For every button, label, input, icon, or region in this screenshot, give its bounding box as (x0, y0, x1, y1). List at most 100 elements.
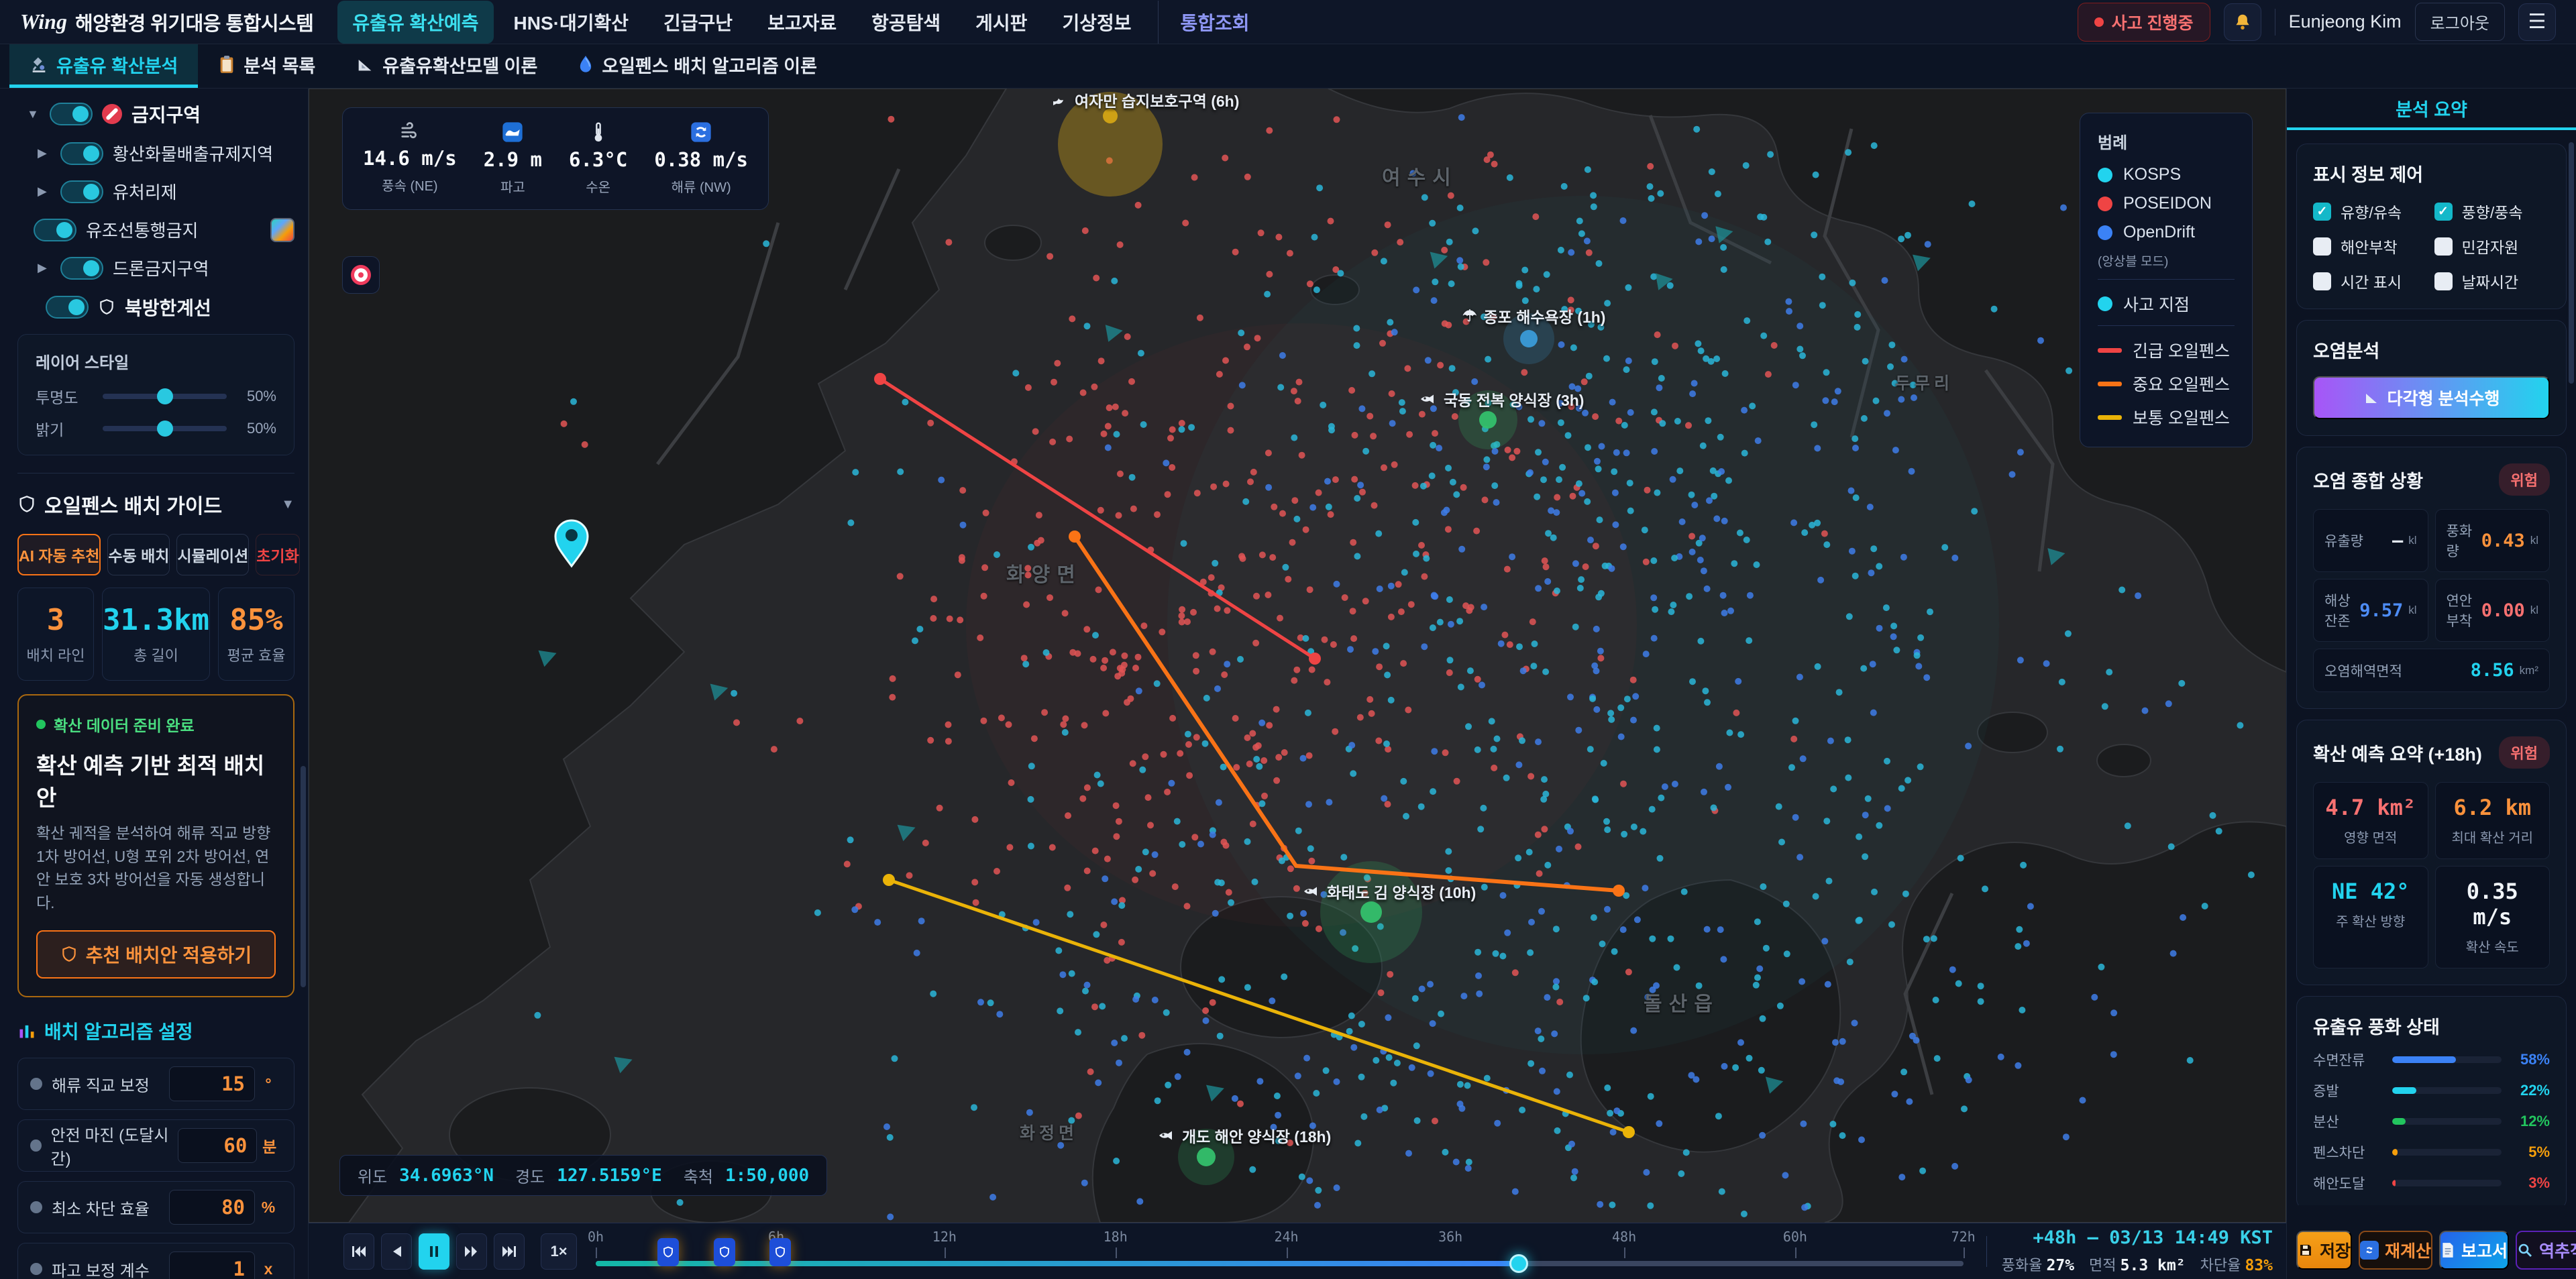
caret-right-icon[interactable]: ▶ (38, 184, 51, 199)
pollution-analysis-title: 오염분석 (2313, 337, 2379, 363)
layer-toggle[interactable] (60, 180, 103, 203)
nav-item-rescue[interactable]: 긴급구난 (649, 1, 747, 44)
fence-deploy-marker-3[interactable] (769, 1238, 791, 1266)
tab-diffusion-model-theory[interactable]: 유출유확산모델 이론 (335, 44, 557, 88)
nav-item-oil-spill-forecast[interactable]: 유출유 확산예측 (337, 1, 493, 44)
nav-item-hns[interactable]: HNS·대기확산 (499, 1, 643, 44)
bar-label: 분산 (2313, 1111, 2383, 1131)
fence-deploy-marker-2[interactable] (714, 1238, 735, 1266)
layer-toggle[interactable] (34, 219, 76, 241)
setting-safety-margin: 안전 마진 (도달시간) 60 분 (17, 1119, 294, 1172)
step-back-button[interactable] (381, 1233, 412, 1270)
microscope-icon (30, 55, 48, 74)
fence-deploy-marker-1[interactable] (657, 1238, 679, 1266)
stat-unit: kl (2408, 604, 2416, 617)
menu-button[interactable]: ☰ (2518, 3, 2556, 41)
tile-max-distance: 6.2 km최대 확산 거리 (2435, 782, 2551, 859)
brightness-slider[interactable] (103, 426, 227, 431)
stat-avg-efficiency: 85%평균 효율 (218, 588, 294, 681)
nav-item-weather[interactable]: 기상정보 (1047, 1, 1146, 44)
checkbox-current-dir[interactable]: ✓유향/유속 (2313, 200, 2429, 223)
polygon-analysis-label: 다각형 분석수행 (2387, 386, 2500, 410)
report-button[interactable]: 보고서 (2439, 1231, 2509, 1270)
tab-analysis-list[interactable]: 분석 목록 (198, 44, 335, 88)
layer-toggle[interactable] (60, 257, 103, 280)
panel-scrollbar[interactable] (2569, 142, 2574, 384)
min-efficiency-input[interactable]: 80 (169, 1190, 255, 1225)
reset-button[interactable]: 초기화 (256, 534, 299, 575)
layer-toggle[interactable] (46, 296, 89, 319)
layer-toggle[interactable] (50, 103, 93, 125)
slider-knob[interactable] (157, 421, 173, 437)
current-orthogonal-input[interactable]: 15 (169, 1066, 255, 1101)
tile-value: 6.2 km (2441, 795, 2544, 820)
save-button[interactable]: 저장 (2296, 1231, 2352, 1270)
opacity-slider[interactable] (103, 394, 227, 399)
timeline-handle[interactable] (1509, 1254, 1528, 1273)
checkbox-sensitive-resources[interactable]: ✓민감자원 (2434, 235, 2551, 258)
fence-mode-buttons: AI 자동 추천 수동 배치 시뮬레이션 초기화 (17, 534, 294, 575)
slider-knob[interactable] (157, 388, 173, 404)
poi-abalone-farm-label[interactable]: 국동 전복 양식장 (3h) (1419, 388, 1584, 410)
sidebar-scrollbar[interactable] (301, 766, 306, 987)
skip-end-button[interactable] (494, 1233, 525, 1270)
safety-margin-input[interactable]: 60 (178, 1128, 258, 1163)
checkbox-wind-dir[interactable]: ✓풍향/풍속 (2434, 200, 2551, 223)
tab-oilfence-algorithm-theory[interactable]: 오일펜스 배치 알고리즘 이론 (557, 44, 837, 88)
wind-label: 풍속 (NE) (382, 175, 437, 194)
simulation-button[interactable]: 시뮬레이션 (176, 534, 249, 575)
layer-row-dispersant[interactable]: ▶ 유처리제 (0, 179, 294, 204)
ensemble-mode-note: (앙상블 모드) (2098, 252, 2235, 270)
poi-beach-label[interactable]: ☂ 종포 해수욕장 (1h) (1462, 304, 1605, 327)
wave-coefficient-input[interactable]: 1 (169, 1252, 255, 1279)
skip-start-button[interactable] (343, 1233, 374, 1270)
layer-style-swatch-button[interactable] (270, 218, 294, 242)
tab-analysis-summary[interactable]: 분석 요약 (2287, 89, 2576, 130)
ready-status: 확산 데이터 준비 완료 (54, 713, 195, 736)
checkbox-datetime[interactable]: ✓날짜시간 (2434, 270, 2551, 292)
tab-diffusion-analysis[interactable]: 유출유 확산분석 (9, 44, 198, 88)
setting-unit: ° (255, 1075, 282, 1093)
pause-button[interactable] (419, 1233, 449, 1270)
poi-coastal-farm-label[interactable]: 개도 해안 양식장 (18h) (1158, 1124, 1331, 1147)
layer-row-tanker-ban[interactable]: 유조선통행금지 (0, 217, 294, 242)
tile-label: 영향 면적 (2319, 827, 2422, 846)
recalculate-button[interactable]: 재계산 (2359, 1231, 2432, 1270)
fast-forward-button[interactable] (456, 1233, 487, 1270)
layer-toggle[interactable] (60, 142, 103, 165)
collapse-icon[interactable]: ▼ (281, 497, 294, 512)
map-canvas[interactable]: 여수시 두무리 화양면 돌산읍 화정면 여자만 습지보호구역 (6h) ☂ 종포… (309, 89, 2286, 1223)
speed-button[interactable]: 1× (541, 1233, 577, 1270)
checkbox-shore-adhesion[interactable]: ✓해안부착 (2313, 235, 2429, 258)
poi-laver-farm-label[interactable]: 화태도 김 양식장 (10h) (1303, 880, 1476, 903)
layer-row-sulfur-zone[interactable]: ▶ 황산화물배출규제지역 (0, 141, 294, 166)
logout-button[interactable]: 로그아웃 (2415, 3, 2505, 41)
polygon-analysis-button[interactable]: 다각형 분석수행 (2313, 376, 2550, 419)
checkbox-icon: ✓ (2313, 272, 2331, 290)
caret-right-icon[interactable]: ▶ (38, 261, 51, 275)
poi-wetland-label[interactable]: 여자만 습지보호구역 (6h) (1052, 89, 1239, 111)
backtrack-button[interactable]: 역추적 (2516, 1231, 2576, 1270)
checkbox-label: 시간 표시 (2341, 270, 2402, 292)
nav-item-aerial-search[interactable]: 항공탐색 (857, 1, 955, 44)
nav-item-integrated-search[interactable]: 통합조회 (1158, 1, 1264, 44)
stat-value: 8.56 (2471, 660, 2514, 681)
incident-status-badge[interactable]: 사고 진행중 (2078, 3, 2210, 42)
layer-row-northern-limit-line[interactable]: 북방한계선 (0, 294, 294, 321)
wave-height: 2.9 m 파고 (484, 121, 542, 196)
caret-right-icon[interactable]: ▶ (38, 146, 51, 160)
checkbox-time-display[interactable]: ✓ 시간 표시 (2313, 270, 2429, 292)
timeline-track[interactable] (596, 1261, 1964, 1266)
layer-row-restricted-zone[interactable]: ▼ 금지구역 (0, 101, 294, 127)
manual-placement-button[interactable]: 수동 배치 (107, 534, 170, 575)
recommendation-card: 확산 데이터 준비 완료 확산 예측 기반 최적 배치안 확산 궤적을 분석하여… (17, 694, 294, 997)
nav-item-reports[interactable]: 보고자료 (753, 1, 851, 44)
layer-row-drone-ban[interactable]: ▶ 드론금지구역 (0, 256, 294, 280)
caret-down-icon[interactable]: ▼ (27, 107, 40, 121)
apply-recommendation-button[interactable]: 추천 배치안 적용하기 (36, 930, 276, 979)
nav-item-board[interactable]: 게시판 (961, 1, 1042, 44)
recenter-incident-button[interactable] (342, 256, 380, 294)
notifications-button[interactable] (2224, 3, 2261, 41)
setting-min-efficiency: 최소 차단 효율 80 % (17, 1181, 294, 1233)
ai-recommend-button[interactable]: AI 자동 추천 (17, 534, 101, 575)
